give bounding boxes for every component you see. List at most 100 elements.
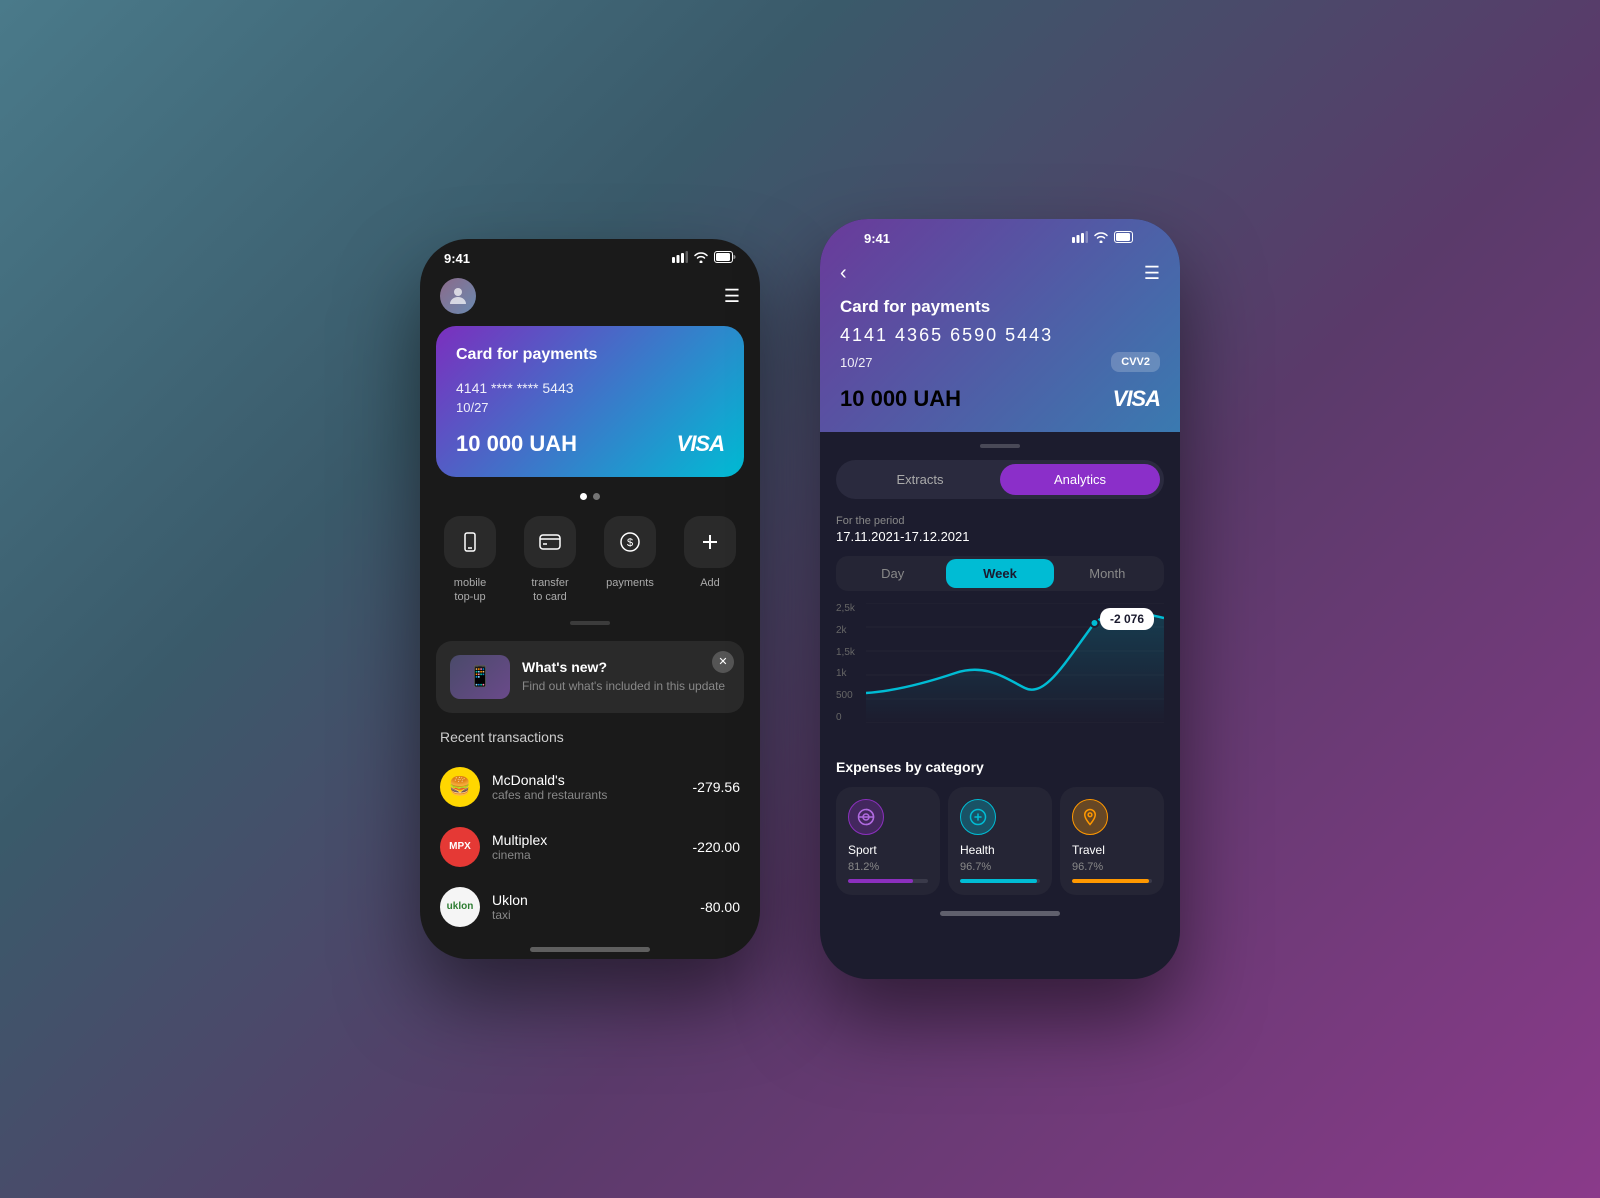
expenses-title: Expenses by category: [836, 759, 1164, 775]
add-label: Add: [700, 576, 720, 590]
section-divider: [570, 621, 610, 625]
back-button[interactable]: ‹: [840, 262, 847, 285]
card-number-full: 4141 4365 6590 5443: [840, 325, 1160, 346]
mcdonalds-icon: 🍔: [440, 767, 480, 807]
phone-2: 9:41 ‹ ☰ Card for payment: [820, 219, 1180, 979]
uklon-icon: uklon: [440, 887, 480, 927]
phones-container: 9:41 ☰ Card for payments 4: [420, 219, 1180, 979]
payments-icon: $: [604, 516, 656, 568]
phone-1: 9:41 ☰ Card for payments 4: [420, 239, 760, 959]
p2-bottom: Extracts Analytics For the period 17.11.…: [820, 432, 1180, 916]
tx-name-3: Uklon: [492, 892, 688, 908]
travel-pct: 96.7%: [1072, 861, 1152, 873]
travel-bar-fill: [1072, 879, 1149, 883]
tab-week[interactable]: Week: [946, 559, 1053, 588]
cvv2-badge[interactable]: CVV2: [1111, 352, 1160, 372]
chart-y-axis: 2,5k 2k 1,5k 1k 500 0: [836, 603, 855, 723]
recent-transactions-title: Recent transactions: [420, 729, 760, 757]
dot-1[interactable]: [580, 493, 587, 500]
card-balance-1: 10 000 UAH: [456, 431, 577, 457]
payment-card-1: Card for payments 4141 **** **** 5443 10…: [436, 326, 744, 477]
period-label: For the period: [836, 515, 1164, 527]
analytics-chart: 2,5k 2k 1,5k 1k 500 0: [836, 603, 1164, 743]
tx-amount-3: -80.00: [700, 899, 740, 915]
transfer-icon: [524, 516, 576, 568]
home-indicator-1: [530, 947, 650, 952]
sheet-handle: [980, 444, 1020, 448]
main-tabs: Extracts Analytics: [836, 460, 1164, 499]
multiplex-icon: MPX: [440, 827, 480, 867]
whats-new-banner: 📱 What's new? Find out what's included i…: [436, 641, 744, 713]
transaction-mcdonalds[interactable]: 🍔 McDonald's cafes and restaurants -279.…: [420, 757, 760, 817]
card-bottom-2: 10 000 UAH VISA: [840, 386, 1160, 412]
action-mobile-topup[interactable]: mobiletop-up: [444, 516, 496, 605]
whats-new-title: What's new?: [522, 659, 725, 675]
expense-health[interactable]: Health 96.7%: [948, 787, 1052, 895]
health-bar-bg: [960, 879, 1040, 883]
expense-travel[interactable]: Travel 96.7%: [1060, 787, 1164, 895]
tx-name-2: Multiplex: [492, 832, 681, 848]
p2-nav: ‹ ☰: [840, 254, 1160, 297]
mobile-topup-icon: [444, 516, 496, 568]
sport-bar-bg: [848, 879, 928, 883]
quick-actions: mobiletop-up transferto card $ payments …: [420, 516, 760, 621]
tab-analytics[interactable]: Analytics: [1000, 464, 1160, 495]
sport-category-icon: [848, 799, 884, 835]
transaction-info-2: Multiplex cinema: [492, 832, 681, 862]
health-pct: 96.7%: [960, 861, 1040, 873]
time-2: 9:41: [864, 231, 890, 246]
visa-logo-1: VISA: [677, 431, 724, 457]
action-payments[interactable]: $ payments: [604, 516, 656, 605]
close-banner-button[interactable]: ✕: [712, 651, 734, 673]
dot-2[interactable]: [593, 493, 600, 500]
svg-text:$: $: [627, 537, 633, 549]
tx-cat-1: cafes and restaurants: [492, 788, 681, 802]
transaction-multiplex[interactable]: MPX Multiplex cinema -220.00: [420, 817, 760, 877]
card-title-1: Card for payments: [456, 346, 724, 364]
expenses-section: Expenses by category Sport 81.2%: [820, 759, 1180, 895]
card-number-masked: 4141 **** **** 5443: [456, 380, 724, 396]
health-bar-fill: [960, 879, 1037, 883]
action-add[interactable]: Add: [684, 516, 736, 605]
whats-new-subtitle: Find out what's included in this update: [522, 679, 725, 695]
tx-name-1: McDonald's: [492, 772, 681, 788]
card-expiry-2: 10/27: [840, 355, 873, 370]
home-indicator-2: [940, 911, 1060, 916]
time-1: 9:41: [444, 251, 470, 266]
health-category-icon: [960, 799, 996, 835]
visa-logo-2: VISA: [1113, 386, 1160, 412]
sport-name: Sport: [848, 843, 928, 857]
menu-button[interactable]: ☰: [724, 286, 740, 307]
signal-icon: [672, 251, 688, 266]
avatar[interactable]: [440, 278, 476, 314]
tx-amount-1: -279.56: [693, 779, 740, 795]
tab-extracts[interactable]: Extracts: [840, 464, 1000, 495]
health-name: Health: [960, 843, 1040, 857]
period-section: For the period 17.11.2021-17.12.2021: [820, 515, 1180, 556]
travel-name: Travel: [1072, 843, 1152, 857]
status-bar-1: 9:41: [420, 239, 760, 274]
signal-icon-2: [1072, 231, 1088, 246]
card-title-2: Card for payments: [840, 297, 1160, 317]
action-transfer[interactable]: transferto card: [524, 516, 576, 605]
card-balance-2: 10 000 UAH: [840, 386, 961, 412]
battery-icon-2: [1114, 231, 1136, 246]
transaction-info-1: McDonald's cafes and restaurants: [492, 772, 681, 802]
card-expiry-row: 10/27 CVV2: [840, 352, 1160, 372]
battery-icon: [714, 251, 736, 266]
payments-label: payments: [606, 576, 654, 590]
sport-bar-fill: [848, 879, 913, 883]
card-pagination: [420, 493, 760, 500]
tx-cat-2: cinema: [492, 848, 681, 862]
tx-amount-2: -220.00: [693, 839, 740, 855]
tab-day[interactable]: Day: [839, 559, 946, 588]
status-bar-2: 9:41: [840, 219, 1160, 254]
tab-month[interactable]: Month: [1054, 559, 1161, 588]
p2-menu-button[interactable]: ☰: [1144, 263, 1160, 284]
period-date: 17.11.2021-17.12.2021: [836, 529, 1164, 544]
add-icon: [684, 516, 736, 568]
transaction-uklon[interactable]: uklon Uklon taxi -80.00: [420, 877, 760, 937]
sport-pct: 81.2%: [848, 861, 928, 873]
travel-category-icon: [1072, 799, 1108, 835]
expense-sport[interactable]: Sport 81.2%: [836, 787, 940, 895]
